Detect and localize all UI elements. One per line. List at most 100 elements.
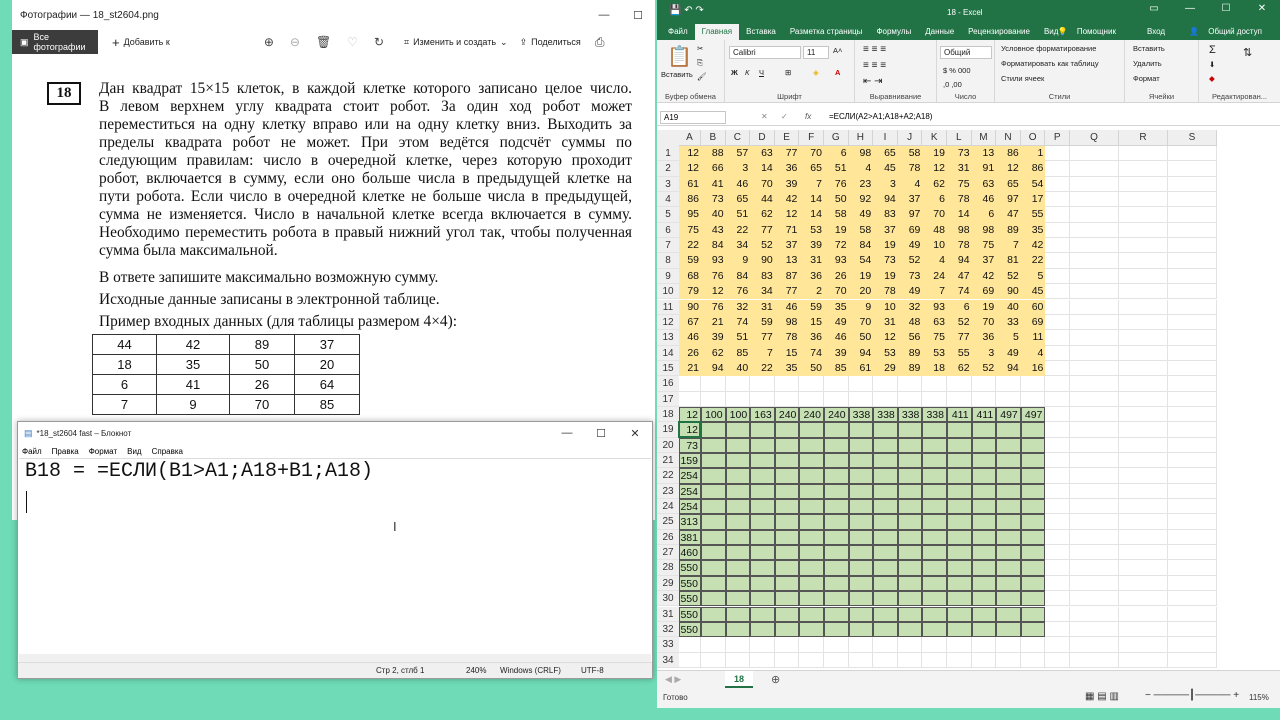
dp-cell[interactable] bbox=[971, 499, 997, 515]
grid-cell[interactable] bbox=[1119, 268, 1168, 285]
dp-cell[interactable] bbox=[947, 483, 972, 500]
row-header[interactable]: 22 bbox=[657, 468, 679, 484]
grid-cell[interactable] bbox=[1070, 146, 1119, 162]
data-cell[interactable]: 33 bbox=[996, 314, 1021, 331]
dp-cell[interactable] bbox=[725, 545, 751, 561]
data-cell[interactable]: 78 bbox=[947, 192, 972, 208]
dp-cell[interactable] bbox=[897, 529, 923, 546]
data-cell[interactable]: 7 bbox=[996, 238, 1021, 254]
data-cell[interactable]: 7 bbox=[799, 176, 824, 193]
data-cell[interactable]: 41 bbox=[701, 176, 726, 193]
data-cell[interactable]: 19 bbox=[873, 268, 898, 285]
grid-cell[interactable] bbox=[1045, 453, 1070, 469]
grid-cell[interactable] bbox=[1045, 146, 1070, 162]
data-cell[interactable]: 40 bbox=[996, 299, 1021, 315]
grid-cell[interactable] bbox=[1070, 468, 1119, 484]
column-header[interactable]: M bbox=[971, 130, 997, 146]
formula-input[interactable]: =ЕСЛИ(A2>A1;A18+A2;A18) bbox=[829, 112, 932, 121]
data-cell[interactable]: 69 bbox=[1020, 314, 1046, 331]
grid-cell[interactable] bbox=[1045, 222, 1070, 239]
dp-cell[interactable]: 550 bbox=[679, 621, 701, 638]
grid-cell[interactable] bbox=[1045, 360, 1070, 377]
grid-cell[interactable] bbox=[1045, 499, 1070, 515]
row-header[interactable]: 34 bbox=[657, 652, 679, 668]
dp-cell[interactable]: 159 bbox=[679, 453, 701, 469]
column-header[interactable]: N bbox=[996, 130, 1021, 146]
row-header[interactable]: 31 bbox=[657, 606, 679, 622]
data-cell[interactable]: 70 bbox=[824, 284, 849, 300]
grid-cell[interactable] bbox=[1045, 406, 1070, 423]
data-cell[interactable]: 52 bbox=[750, 238, 775, 254]
dp-cell[interactable] bbox=[1020, 453, 1046, 469]
dp-cell[interactable] bbox=[799, 621, 824, 638]
dp-cell[interactable] bbox=[799, 514, 824, 530]
dp-cell[interactable] bbox=[824, 468, 849, 484]
grid-cell[interactable] bbox=[1168, 176, 1217, 193]
data-cell[interactable]: 76 bbox=[701, 268, 726, 285]
row-header[interactable]: 20 bbox=[657, 437, 679, 453]
data-cell[interactable]: 49 bbox=[996, 345, 1021, 361]
data-cell[interactable]: 3 bbox=[971, 345, 997, 361]
column-header[interactable]: R bbox=[1119, 130, 1168, 146]
dp-cell[interactable] bbox=[922, 468, 947, 484]
grid-cell[interactable] bbox=[1119, 330, 1168, 346]
delete-icon[interactable]: 🗑 bbox=[308, 35, 339, 49]
grid-cell[interactable] bbox=[873, 637, 898, 653]
grid-cell[interactable] bbox=[1045, 545, 1070, 561]
data-cell[interactable]: 90 bbox=[679, 299, 701, 315]
grid-cell[interactable] bbox=[1070, 652, 1119, 668]
notepad-menu-item[interactable]: Правка bbox=[52, 447, 79, 456]
data-cell[interactable]: 51 bbox=[824, 161, 849, 177]
data-cell[interactable]: 4 bbox=[1020, 345, 1046, 361]
row-header[interactable]: 27 bbox=[657, 545, 679, 561]
data-cell[interactable]: 19 bbox=[971, 299, 997, 315]
data-cell[interactable]: 31 bbox=[799, 253, 824, 269]
data-cell[interactable]: 60 bbox=[1020, 299, 1046, 315]
data-cell[interactable]: 26 bbox=[679, 345, 701, 361]
dp-cell[interactable] bbox=[799, 529, 824, 546]
dp-cell[interactable] bbox=[1020, 422, 1046, 438]
grid-cell[interactable] bbox=[725, 652, 751, 668]
add-to-button[interactable]: + Добавить к bbox=[106, 35, 176, 50]
row-header[interactable]: 15 bbox=[657, 360, 679, 377]
grid-cell[interactable] bbox=[1070, 422, 1119, 438]
data-cell[interactable]: 37 bbox=[971, 253, 997, 269]
dp-cell[interactable] bbox=[774, 606, 800, 622]
dp-cell[interactable] bbox=[922, 437, 947, 453]
data-cell[interactable]: 50 bbox=[799, 360, 824, 377]
dp-cell[interactable] bbox=[725, 468, 751, 484]
share-button[interactable]: 👤 Общий доступ bbox=[1182, 24, 1276, 40]
grid-cell[interactable] bbox=[799, 391, 824, 407]
data-cell[interactable]: 46 bbox=[971, 192, 997, 208]
data-cell[interactable]: 78 bbox=[947, 238, 972, 254]
grid-cell[interactable] bbox=[1168, 575, 1217, 592]
grid-cell[interactable] bbox=[1045, 192, 1070, 208]
grid-cell[interactable] bbox=[1119, 314, 1168, 331]
column-header[interactable]: A bbox=[679, 130, 701, 146]
grid-cell[interactable] bbox=[1119, 253, 1168, 269]
dp-cell[interactable] bbox=[750, 545, 775, 561]
delete-cells-button[interactable]: Удалить bbox=[1133, 59, 1162, 68]
dp-cell[interactable] bbox=[1020, 545, 1046, 561]
grid-cell[interactable] bbox=[824, 391, 849, 407]
dp-cell[interactable] bbox=[1020, 514, 1046, 530]
grid-cell[interactable] bbox=[947, 376, 972, 392]
grid-cell[interactable] bbox=[848, 391, 874, 407]
dp-cell[interactable] bbox=[1020, 529, 1046, 546]
grid-cell[interactable] bbox=[1119, 222, 1168, 239]
ribbon-tab[interactable]: Вставка bbox=[739, 24, 783, 40]
data-cell[interactable]: 20 bbox=[848, 284, 874, 300]
data-cell[interactable]: 6 bbox=[824, 146, 849, 162]
data-cell[interactable]: 59 bbox=[679, 253, 701, 269]
dp-cell[interactable] bbox=[873, 621, 898, 638]
dp-cell[interactable] bbox=[725, 514, 751, 530]
data-cell[interactable]: 37 bbox=[774, 238, 800, 254]
fill-color-icon[interactable]: ◈ bbox=[813, 68, 819, 77]
row-header[interactable]: 23 bbox=[657, 483, 679, 500]
grid-cell[interactable] bbox=[1070, 483, 1119, 500]
data-cell[interactable]: 52 bbox=[996, 268, 1021, 285]
data-cell[interactable]: 44 bbox=[750, 192, 775, 208]
grid-cell[interactable] bbox=[799, 652, 824, 668]
ribbon-tab[interactable]: Файл bbox=[661, 24, 695, 40]
data-cell[interactable]: 97 bbox=[897, 207, 923, 223]
